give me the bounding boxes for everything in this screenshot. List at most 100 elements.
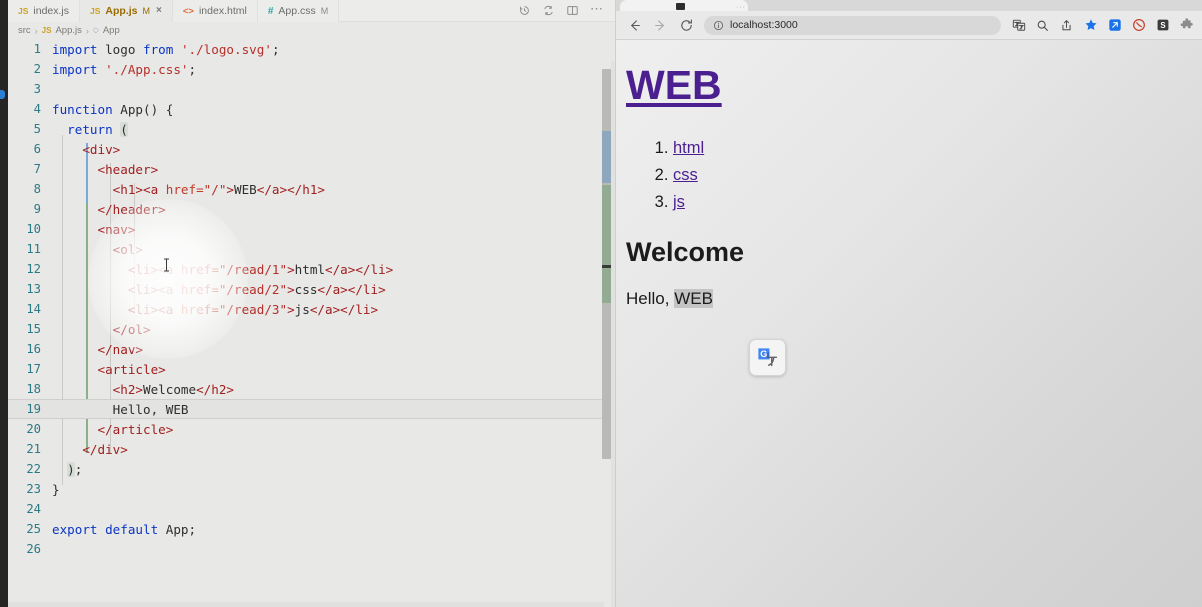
article-heading: Welcome xyxy=(626,237,745,268)
code-line[interactable]: 19 Hello, WEB xyxy=(0,399,615,419)
code-line-text: ); xyxy=(67,461,83,477)
code-line[interactable]: 13 <li><a href="/read/2">css</a></li> xyxy=(0,279,615,299)
code-line[interactable]: 6 <div> xyxy=(0,139,615,159)
rendered-page: WEB html css js Welcome Hello, WEB xyxy=(616,40,1202,309)
code-line[interactable]: 7 <header> xyxy=(0,159,615,179)
code-line[interactable]: 4 function App() { xyxy=(0,99,615,119)
code-line[interactable]: 26 xyxy=(0,539,615,559)
code-line[interactable]: 14 <li><a href="/read/3">js</a></li> xyxy=(0,299,615,319)
site-info-icon[interactable] xyxy=(713,20,724,31)
code-line-text: <li><a href="/read/2">css</a></li> xyxy=(127,281,386,297)
reload-icon[interactable] xyxy=(676,15,696,35)
code-editor[interactable]: 1 import logo from './logo.svg'; 2 import '… xyxy=(0,39,615,607)
code-line[interactable]: 21 </div> xyxy=(0,439,615,459)
article-text: Hello, WEB xyxy=(626,289,1202,309)
code-line[interactable]: 22 ); xyxy=(0,459,615,479)
minimap-cursor-mark xyxy=(602,265,611,268)
extension-s-icon[interactable]: S xyxy=(1155,18,1170,33)
code-line-text: </div> xyxy=(82,441,128,457)
code-line[interactable]: 24 xyxy=(0,499,615,519)
editor-tab-App-js[interactable]: JS App.js M × xyxy=(80,0,173,22)
browser-tab-overflow: ··· xyxy=(736,4,746,11)
browser-toolbar: localhost:3000 S xyxy=(616,11,1202,40)
translate-page-icon[interactable] xyxy=(1011,18,1026,33)
editor-tab-label: index.js xyxy=(33,5,70,17)
code-line[interactable]: 10 <nav> xyxy=(0,219,615,239)
split-editor-icon[interactable] xyxy=(566,4,579,17)
browser-tab-strip: ··· xyxy=(616,0,1202,11)
code-line-text: </nav> xyxy=(97,341,144,357)
code-line[interactable]: 1 import logo from './logo.svg'; xyxy=(0,39,615,59)
editor-tab-App-css[interactable]: # App.css M xyxy=(257,0,340,22)
extension-ublock-icon[interactable] xyxy=(1131,18,1146,33)
code-line-text: </ol> xyxy=(112,321,151,337)
activity-bar[interactable] xyxy=(0,0,8,607)
code-line-text: export default App; xyxy=(52,521,197,537)
breadcrumb-root[interactable]: src xyxy=(18,25,31,36)
code-line[interactable]: 8 <h1><a href="/">WEB</a></h1> xyxy=(0,179,615,199)
breadcrumb-symbol[interactable]: App xyxy=(103,25,120,36)
code-line-text: <nav> xyxy=(97,221,136,237)
breadcrumb-separator-icon: › xyxy=(34,25,38,36)
editor-tab-modified-badge: M xyxy=(142,6,151,16)
code-line[interactable]: 2 import './App.css'; xyxy=(0,59,615,79)
js-file-icon: JS xyxy=(41,26,52,35)
google-translate-popup[interactable]: G xyxy=(749,339,786,376)
article-text-selection[interactable]: WEB xyxy=(674,289,713,309)
google-translate-icon: G xyxy=(758,348,778,367)
page-nav-link-css[interactable]: css xyxy=(673,166,698,184)
code-line-text: <li><a href="/read/3">js</a></li> xyxy=(127,301,379,317)
js-file-icon: JS xyxy=(90,6,101,16)
editor-horizontal-scrollbar[interactable] xyxy=(8,602,604,607)
code-line[interactable]: 3 xyxy=(0,79,615,99)
editor-scrollbar-thumb[interactable] xyxy=(602,69,611,459)
code-line-text: return ( xyxy=(67,121,128,137)
page-nav-item: css xyxy=(673,162,1202,189)
page-article: Welcome Hello, WEB xyxy=(626,237,1202,309)
code-line-text: </article> xyxy=(97,421,174,437)
browser-scrollbar[interactable] xyxy=(1197,40,1202,607)
search-icon[interactable] xyxy=(1035,18,1050,33)
editor-tab-index-js[interactable]: JS index.js xyxy=(8,0,81,22)
bookmark-star-icon[interactable] xyxy=(1083,18,1098,33)
symbol-class-icon: ◌ xyxy=(92,24,99,36)
page-nav-item: js xyxy=(673,189,1202,216)
code-line-text: <header> xyxy=(97,161,159,177)
code-line-text: import './App.css'; xyxy=(52,61,197,77)
editor-tab-bar: JS index.js JS App.js M × <> index.html # App.css… xyxy=(0,0,615,22)
code-line[interactable]: 5 return ( xyxy=(0,119,615,139)
code-line[interactable]: 17 <article> xyxy=(0,359,615,379)
code-line[interactable]: 9 </header> xyxy=(0,199,615,219)
code-line[interactable]: 18 <h2>Welcome</h2> xyxy=(0,379,615,399)
share-icon[interactable] xyxy=(1059,18,1074,33)
address-bar[interactable]: localhost:3000 xyxy=(704,15,1001,35)
browser-toolbar-icons: S xyxy=(1011,18,1194,33)
code-line[interactable]: 23} xyxy=(0,479,615,499)
address-bar-url: localhost:3000 xyxy=(730,19,798,31)
editor-tab-actions: ⋯ xyxy=(506,0,615,21)
refresh-sync-icon[interactable] xyxy=(542,4,555,17)
editor-tab-index-html[interactable]: <> index.html xyxy=(172,0,258,22)
page-nav-link-html[interactable]: html xyxy=(673,139,704,157)
page-nav-item: html xyxy=(673,135,1202,162)
editor-tab-close-icon[interactable]: × xyxy=(156,6,162,16)
code-line[interactable]: 16 </nav> xyxy=(0,339,615,359)
code-line[interactable]: 15 </ol> xyxy=(0,319,615,339)
page-nav-link-js[interactable]: js xyxy=(673,193,685,211)
back-arrow-icon[interactable] xyxy=(624,15,644,35)
code-line[interactable]: 11 <ol> xyxy=(0,239,615,259)
breadcrumb-file[interactable]: App.js xyxy=(55,25,81,36)
site-title-link[interactable]: WEB xyxy=(626,62,722,109)
timeline-history-icon[interactable] xyxy=(518,4,531,17)
js-file-icon: JS xyxy=(18,6,29,16)
editor-tab-modified-badge: M xyxy=(320,6,329,16)
extension-blue-icon[interactable] xyxy=(1107,18,1122,33)
browser-window: ··· localhost:3000 S WEB 1. html 2. css … xyxy=(615,0,1202,607)
code-line[interactable]: 25 export default App; xyxy=(0,519,615,539)
code-line-text: <li><a href="/read/1">html</a></li> xyxy=(127,261,394,277)
more-actions-icon[interactable]: ⋯ xyxy=(590,2,603,17)
extensions-puzzle-icon[interactable] xyxy=(1179,18,1194,33)
code-line[interactable]: 20 </article> xyxy=(0,419,615,439)
code-line[interactable]: 12 <li><a href="/read/1">html</a></li> xyxy=(0,259,615,279)
forward-arrow-icon[interactable] xyxy=(650,15,670,35)
